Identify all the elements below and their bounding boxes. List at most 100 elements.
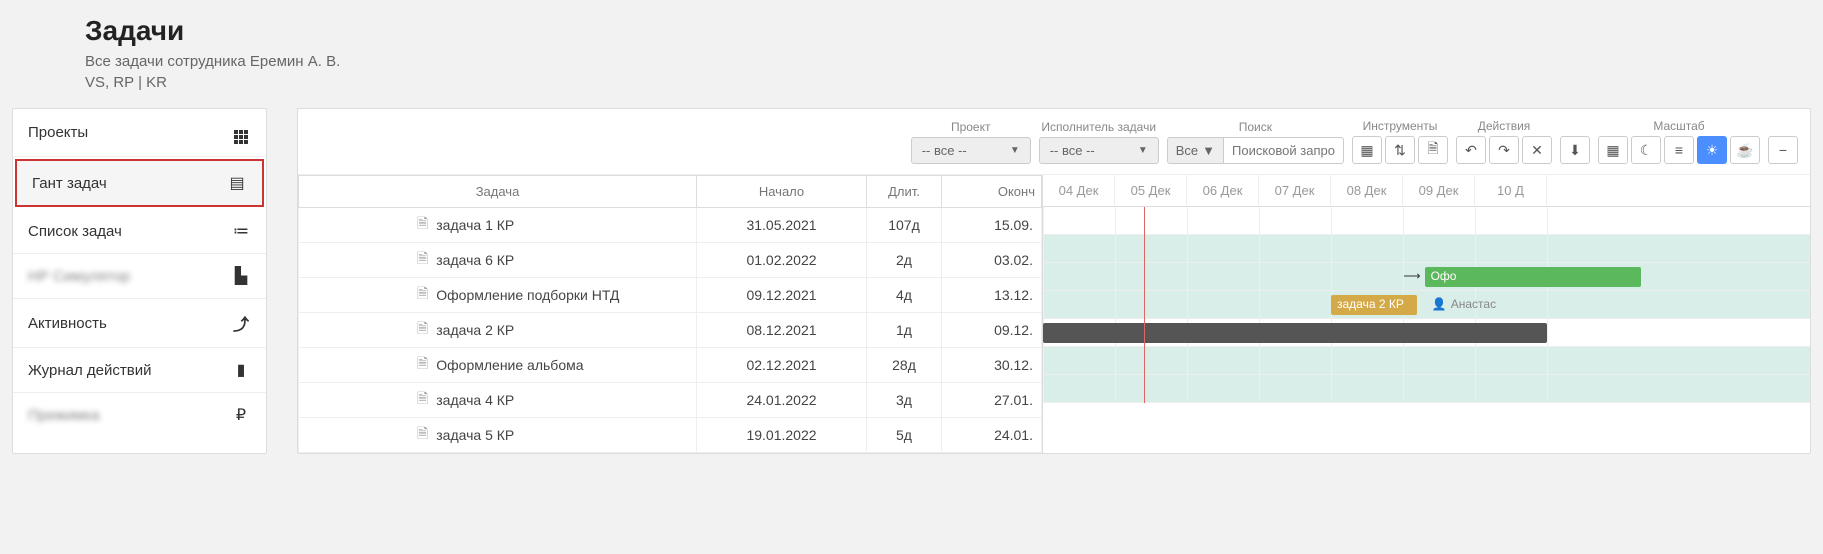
task-table: Задача Начало Длит. Оконч 🗎задача 1 КР 3… [298, 175, 1043, 453]
shuffle-icon[interactable]: ✕ [1522, 136, 1552, 164]
document-icon: 🗎 [417, 318, 428, 342]
today-line [1144, 207, 1145, 403]
task-start: 09.12.2021 [697, 278, 867, 313]
task-name: Оформление альбома [436, 357, 583, 373]
col-header-end[interactable]: Оконч [942, 176, 1042, 208]
task-name: задача 2 КР [436, 322, 514, 338]
user-icon: 👤 [1432, 297, 1447, 311]
sidebar-item-label: НР Симулятор [28, 268, 130, 285]
document-icon: 🗎 [417, 423, 428, 447]
filter-assignee: Исполнитель задачи -- все -- ▼ [1039, 120, 1159, 164]
document-icon: 🗎 [417, 353, 428, 377]
task-start: 08.12.2021 [697, 313, 867, 348]
sidebar-item-label: Гант задач [32, 175, 107, 192]
task-end: 03.02. [942, 243, 1042, 278]
gantt-day-header: 10 Д [1475, 175, 1547, 206]
gantt-day-header: 04 Дек [1043, 175, 1115, 206]
col-header-task[interactable]: Задача [299, 176, 697, 208]
task-name: Оформление подборки НТД [436, 287, 619, 303]
toolbar-actions: Действия ↶ ↷ ✕ [1456, 119, 1552, 164]
sidebar: ПроектыГант задач▤Список задач≔НР Симуля… [12, 108, 267, 454]
task-duration: 2д [867, 243, 942, 278]
task-duration: 4д [867, 278, 942, 313]
document-icon: 🗎 [417, 213, 428, 237]
sort-icon[interactable]: ⇅ [1385, 136, 1415, 164]
page-subtitle-1: Все задачи сотрудника Еремин А. В. [85, 51, 1823, 72]
sidebar-item-label: Активность [28, 315, 107, 332]
col-header-start[interactable]: Начало [697, 176, 867, 208]
task-start: 19.01.2022 [697, 418, 867, 453]
task-start: 31.05.2021 [697, 208, 867, 243]
redo-icon[interactable]: ↷ [1489, 136, 1519, 164]
task-end: 27.01. [942, 383, 1042, 418]
bar-chart-icon: ▙ [231, 266, 251, 286]
task-name: задача 6 КР [436, 252, 514, 268]
dependency-arrow-icon: ⟶ [1403, 269, 1420, 283]
download-icon[interactable]: ⬇ [1560, 136, 1590, 164]
task-duration: 107д [867, 208, 942, 243]
sidebar-item-1[interactable]: Гант задач▤ [15, 159, 264, 207]
gantt-chart[interactable]: 04 Дек05 Дек06 Дек07 Дек08 Дек09 Дек10 Д… [1043, 175, 1810, 453]
caret-down-icon: ▼ [1010, 145, 1020, 156]
task-start: 24.01.2022 [697, 383, 867, 418]
sidebar-item-0[interactable]: Проекты [13, 109, 266, 157]
scale-calendar-icon[interactable]: ▦ [1598, 136, 1628, 164]
book-icon: ▮ [231, 360, 251, 380]
grid-icon [231, 121, 251, 144]
filter-search: Поиск Все ▼ [1167, 120, 1344, 164]
gantt-bar[interactable]: Офо [1425, 267, 1641, 287]
task-start: 01.02.2022 [697, 243, 867, 278]
sidebar-item-4[interactable]: Активность ⤴ [13, 299, 266, 348]
sidebar-item-2[interactable]: Список задач≔ [13, 209, 266, 254]
table-row[interactable]: 🗎задача 5 КР 19.01.2022 5д 24.01. [299, 418, 1042, 453]
scale-list-icon[interactable]: ≡ [1664, 136, 1694, 164]
sidebar-item-3[interactable]: НР Симулятор ▙ [13, 254, 266, 299]
document-icon: 🗎 [417, 388, 428, 412]
gantt-row[interactable] [1043, 235, 1810, 263]
gantt-bar[interactable]: задача 2 КР [1331, 295, 1417, 315]
document-icon[interactable]: 🗎 [1418, 136, 1448, 164]
gantt-row[interactable] [1043, 375, 1810, 403]
gantt-day-header: 07 Дек [1259, 175, 1331, 206]
task-end: 09.12. [942, 313, 1042, 348]
search-scope-dropdown[interactable]: Все ▼ [1167, 137, 1224, 164]
ruble-icon: ₽ [231, 405, 251, 425]
scale-moon-icon[interactable]: ☾ [1631, 136, 1661, 164]
checklist-icon: ≔ [231, 221, 251, 241]
caret-down-icon: ▼ [1138, 145, 1148, 156]
gantt-day-header: 09 Дек [1403, 175, 1475, 206]
col-header-duration[interactable]: Длит. [867, 176, 942, 208]
sidebar-item-5[interactable]: Журнал действий▮ [13, 348, 266, 393]
task-duration: 1д [867, 313, 942, 348]
gantt-container: Задача Начало Длит. Оконч 🗎задача 1 КР 3… [298, 175, 1810, 453]
search-input[interactable] [1224, 137, 1344, 164]
undo-icon[interactable]: ↶ [1456, 136, 1486, 164]
sidebar-item-6[interactable]: Прижимка₽ [13, 393, 266, 437]
assignee-dropdown[interactable]: -- все -- ▼ [1039, 137, 1159, 164]
table-row[interactable]: 🗎 задача 2 КР 08.12.2021 1д 09.12. [299, 313, 1042, 348]
toolbar: Проект -- все -- ▼ Исполнитель задачи --… [298, 109, 1810, 175]
minus-icon[interactable]: − [1768, 136, 1798, 164]
page-subtitle-2: VS, RP | KR [85, 72, 1823, 93]
scale-coffee-icon[interactable]: ☕ [1730, 136, 1760, 164]
table-row[interactable]: 🗎Оформление альбома 02.12.2021 28д 30.12… [299, 348, 1042, 383]
gantt-day-header: 06 Дек [1187, 175, 1259, 206]
table-row[interactable]: 🗎задача 1 КР 31.05.2021 107д 15.09. [299, 208, 1042, 243]
table-row[interactable]: 🗎задача 4 КР 24.01.2022 3д 27.01. [299, 383, 1042, 418]
gantt-row[interactable] [1043, 207, 1810, 235]
line-chart-icon: ⤴ [231, 311, 251, 335]
scale-sun-icon[interactable]: ☀ [1697, 136, 1727, 164]
calendar-icon[interactable]: ▦ [1352, 136, 1382, 164]
toolbar-extra: − [1768, 119, 1798, 164]
gantt-bar[interactable] [1043, 323, 1547, 343]
project-dropdown[interactable]: -- все -- ▼ [911, 137, 1031, 164]
toolbar-tools: Инструменты ▦ ⇅ 🗎 [1352, 119, 1448, 164]
table-row[interactable]: 🗎задача 6 КР 01.02.2022 2д 03.02. [299, 243, 1042, 278]
task-end: 30.12. [942, 348, 1042, 383]
sidebar-item-label: Проекты [28, 124, 88, 141]
task-start: 02.12.2021 [697, 348, 867, 383]
gantt-row[interactable] [1043, 347, 1810, 375]
gantt-row[interactable] [1043, 291, 1810, 319]
page-header: Задачи Все задачи сотрудника Еремин А. В… [0, 0, 1823, 108]
table-row[interactable]: 🗎Оформление подборки НТД 09.12.2021 4д 1… [299, 278, 1042, 313]
